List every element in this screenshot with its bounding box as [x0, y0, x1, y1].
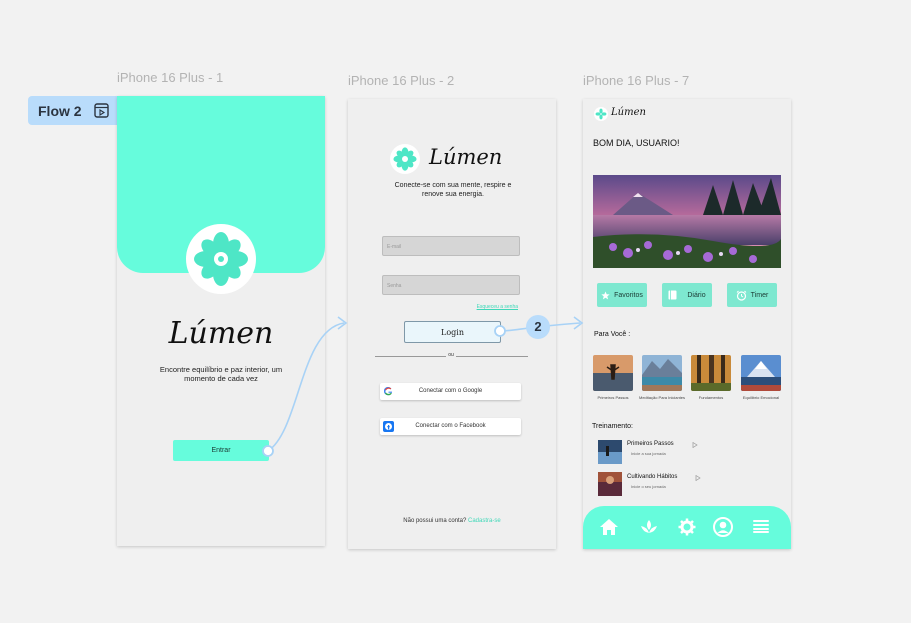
screen-home: Lúmen BOM DIA, USUARIO! Favoritos Diário…: [583, 99, 791, 549]
training-thumbnail: [598, 472, 622, 496]
hero-landscape-image[interactable]: [593, 175, 781, 268]
frame-title-7[interactable]: iPhone 16 Plus - 7: [583, 73, 689, 88]
login-subtitle: Conecte-se com sua mente, respire e reno…: [394, 182, 512, 198]
password-field[interactable]: Senha: [382, 275, 520, 295]
divider-left: [375, 356, 446, 357]
facebook-button[interactable]: Conectar com o Facebook: [380, 418, 521, 435]
book-icon: [668, 290, 677, 300]
mandala-logo-icon: [194, 232, 248, 286]
menu-icon[interactable]: [753, 519, 769, 533]
training-item[interactable]: Primeiros Passos Inicie a sua jornada: [598, 439, 768, 465]
gear-icon[interactable]: [678, 518, 696, 536]
connector-step-badge[interactable]: 2: [526, 319, 550, 334]
flow-badge[interactable]: Flow 2: [28, 96, 118, 125]
timer-button[interactable]: Timer: [727, 283, 777, 307]
flow-label: Flow 2: [38, 102, 82, 119]
divider-text: ou: [448, 352, 454, 358]
logo-circle: [186, 224, 256, 294]
mandala-logo-icon: [393, 147, 417, 171]
training-item[interactable]: Cultivando Hábitos Inicie o seu jornada: [598, 471, 768, 497]
diario-label: Diário: [687, 291, 706, 299]
training-item-title: Cultivando Hábitos: [627, 474, 678, 480]
timer-label: Timer: [750, 291, 769, 299]
training-item-subtitle: Inicie o seu jornada: [631, 484, 666, 489]
training-thumbnail: [598, 440, 622, 464]
email-field[interactable]: E-mail: [382, 236, 520, 256]
frame-title-1[interactable]: iPhone 16 Plus - 1: [117, 70, 223, 85]
card-label: Meditação Para Iniciantes: [638, 395, 686, 400]
star-icon: [601, 290, 610, 299]
google-button-label: Conectar com o Google: [418, 388, 483, 394]
tagline: Encontre equilíbrio e paz interior, um m…: [159, 365, 283, 383]
logo-circle-small: [390, 144, 420, 174]
greeting: BOM DIA, USUARIO!: [593, 138, 680, 148]
mandala-logo-icon: [594, 107, 608, 121]
google-button[interactable]: Conectar com o Google: [380, 383, 521, 400]
signup-row: Não possui uma conta? Cadastra-se: [348, 518, 556, 524]
training-item-subtitle: Inicie a sua jornada: [631, 451, 666, 456]
card-label: Equilibrio Emocional: [742, 395, 780, 400]
training-title: Treinamento:: [592, 423, 633, 430]
screen-splash: Lúmen Encontre equilíbrio e paz interior…: [117, 96, 325, 546]
favoritos-label: Favoritos: [614, 291, 643, 299]
profile-icon[interactable]: [713, 517, 733, 537]
signup-prompt: Não possui uma conta?: [403, 518, 467, 524]
carousel-dots[interactable]: [599, 273, 611, 286]
brand-title: Lúmen: [611, 107, 646, 118]
screen-login: Lúmen Conecte-se com sua mente, respire …: [348, 99, 556, 549]
favoritos-button[interactable]: Favoritos: [597, 283, 647, 307]
training-item-title: Primeiros Passos: [627, 441, 674, 447]
card-fundamentos[interactable]: [691, 355, 731, 391]
card-equilibrio-emocional[interactable]: [741, 355, 781, 391]
brand-title: Lúmen: [168, 316, 274, 351]
brand-title: Lúmen: [429, 145, 503, 169]
card-label: Fundamentos: [698, 395, 724, 400]
facebook-button-label: Conectar com o Facebook: [415, 423, 486, 429]
play-icon[interactable]: [692, 442, 698, 448]
play-icon[interactable]: [695, 475, 701, 481]
forgot-password-link[interactable]: Esqueceu a senha: [477, 304, 518, 310]
card-primeiros-passos[interactable]: [593, 355, 633, 391]
lotus-icon[interactable]: [639, 518, 659, 536]
play-frame-icon[interactable]: [94, 103, 109, 118]
card-label: Primeiros Passos: [597, 395, 629, 400]
signup-link[interactable]: Cadastra-se: [468, 518, 501, 524]
card-meditacao-iniciantes[interactable]: [642, 355, 682, 391]
alarm-icon: [736, 290, 747, 301]
bottom-nav: [583, 506, 791, 549]
home-icon[interactable]: [599, 518, 619, 536]
for-you-title: Para Você :: [594, 331, 631, 338]
divider-right: [456, 356, 528, 357]
login-button[interactable]: Login: [404, 321, 501, 343]
diario-button[interactable]: Diário: [662, 283, 712, 307]
enter-button[interactable]: Entrar: [173, 440, 269, 461]
frame-title-2[interactable]: iPhone 16 Plus - 2: [348, 73, 454, 88]
